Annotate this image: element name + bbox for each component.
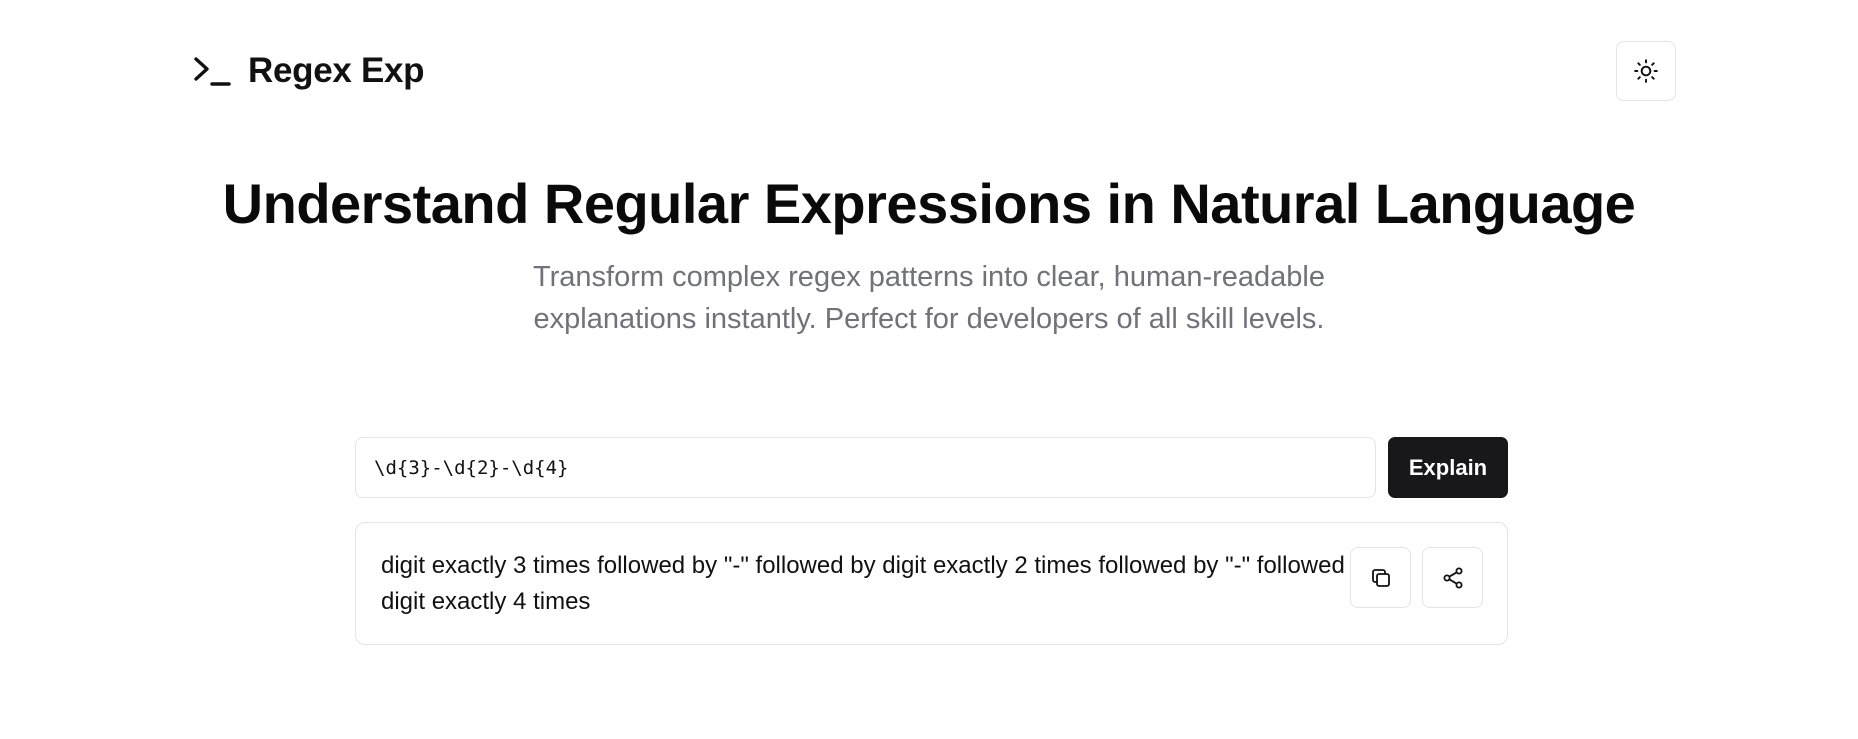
app-name: Regex Exp xyxy=(248,51,425,90)
copy-button[interactable] xyxy=(1350,547,1411,608)
explain-button[interactable]: Explain xyxy=(1388,437,1508,498)
card-actions xyxy=(1350,547,1483,608)
page-title: Understand Regular Expressions in Natura… xyxy=(222,172,1636,235)
hero-section: Understand Regular Expressions in Natura… xyxy=(0,170,1858,340)
sun-icon xyxy=(1633,58,1659,84)
share-button[interactable] xyxy=(1422,547,1483,608)
copy-icon xyxy=(1369,566,1393,590)
explanation-text: digit exactly 3 times followed by "-" fo… xyxy=(381,552,1377,615)
logo[interactable]: Regex Exp xyxy=(192,48,425,94)
explanation-card: digit exactly 3 times followed by "-" fo… xyxy=(355,522,1508,645)
share-icon xyxy=(1441,566,1465,590)
terminal-prompt-icon xyxy=(192,51,232,91)
page-subtitle: Transform complex regex patterns into cl… xyxy=(533,261,1325,335)
regex-form: Explain xyxy=(355,437,1508,498)
regex-input[interactable] xyxy=(355,437,1376,498)
app-header: Regex Exp xyxy=(0,0,1858,140)
theme-toggle-button[interactable] xyxy=(1616,41,1676,101)
